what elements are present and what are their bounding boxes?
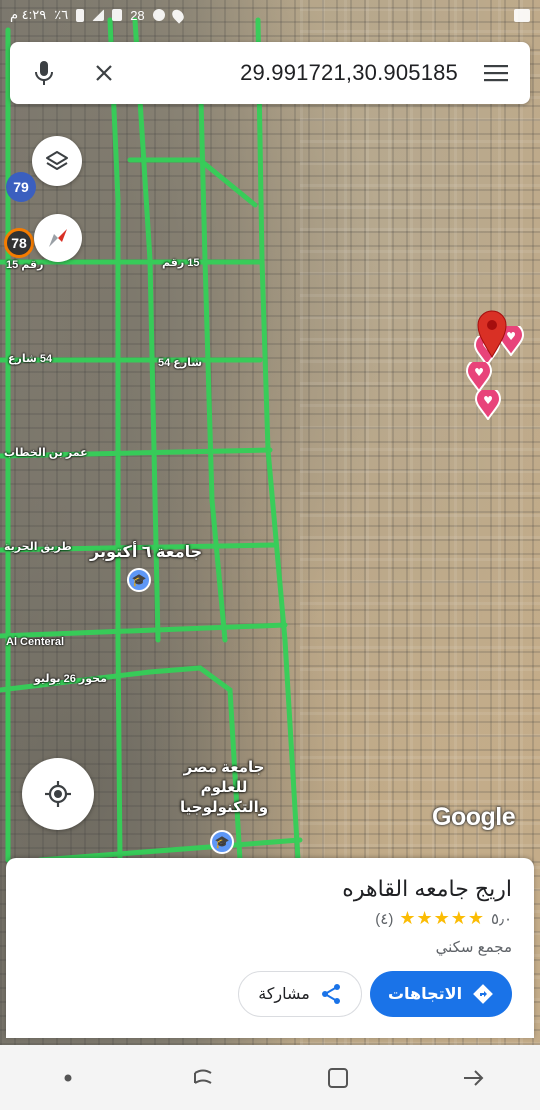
mic-button[interactable] xyxy=(24,53,64,93)
place-title: اريج جامعه القاهره xyxy=(342,876,512,901)
layers-button[interactable] xyxy=(32,136,82,186)
directions-button[interactable]: الاتجاهات xyxy=(370,971,512,1017)
sim-icon xyxy=(112,9,123,21)
heart-pin-icon[interactable]: ♥ xyxy=(466,362,492,392)
signal-icon xyxy=(92,9,105,21)
road-vertical-1 xyxy=(107,17,123,863)
svg-text:♥: ♥ xyxy=(474,366,484,379)
place-label-must-line1: جامعة مصر xyxy=(183,759,265,776)
status-bar-left: ٤:٢٩ م ٪٦ 28 xyxy=(10,6,186,24)
status-bar: ٤:٢٩ م ٪٦ 28 xyxy=(0,0,540,30)
route-shield-78: 78 xyxy=(4,228,34,258)
svg-text:♥: ♥ xyxy=(483,394,493,407)
my-location-button[interactable] xyxy=(22,758,94,830)
notification-icon xyxy=(152,9,165,21)
my-location-icon xyxy=(45,781,71,807)
nav-back-button[interactable] xyxy=(443,1053,503,1103)
rating-value: ٥٫٠ xyxy=(491,910,512,928)
route-shield-79: 79 xyxy=(6,172,36,202)
location-status-icon xyxy=(169,6,186,24)
graduation-cap-icon-2[interactable]: 🎓 xyxy=(210,830,234,854)
recent-apps-icon xyxy=(193,1069,212,1084)
home-icon xyxy=(327,1067,348,1088)
review-count: (٤) xyxy=(375,910,394,928)
road-label-central: Al Centeral xyxy=(6,636,65,648)
share-button[interactable]: مشاركة xyxy=(238,971,362,1017)
road-label-axis-26: محور 26 يوليو xyxy=(34,673,107,685)
directions-icon xyxy=(473,984,493,1004)
system-navigation-bar xyxy=(0,1045,540,1110)
status-time: ٤:٢٩ م xyxy=(10,7,47,22)
status-signal-count: 28 xyxy=(130,7,145,23)
menu-button[interactable] xyxy=(476,53,516,93)
dot-icon xyxy=(64,1074,71,1081)
place-details-sheet[interactable]: اريج جامعه القاهره ٥٫٠ ★★★★★ (٤) مجمع سك… xyxy=(6,858,534,1038)
battery-icon xyxy=(76,8,85,22)
place-label-6-october-university[interactable]: جامعة ٦ أكتوبر xyxy=(90,542,202,562)
share-icon xyxy=(321,984,340,1004)
directions-label: الاتجاهات xyxy=(387,986,463,1003)
location-pin-icon[interactable] xyxy=(476,310,508,358)
status-battery: ٪٦ xyxy=(54,7,69,22)
search-bar[interactable]: 29.991721,30.905185 xyxy=(10,42,530,104)
layers-icon xyxy=(46,151,68,170)
compass-button[interactable] xyxy=(34,214,82,262)
image-notification-icon xyxy=(514,8,530,22)
graduation-cap-icon[interactable]: 🎓 xyxy=(127,568,151,592)
back-icon xyxy=(463,1069,483,1086)
road-label-horreya: طريق الحرية xyxy=(4,541,72,553)
rating-row[interactable]: ٥٫٠ ★★★★★ (٤) xyxy=(375,908,512,929)
clear-search-button[interactable] xyxy=(84,53,124,93)
rating-stars: ★★★★★ xyxy=(399,908,486,928)
road-lower xyxy=(37,837,303,863)
road-label-15b: 15 رقم xyxy=(162,257,200,269)
mic-icon xyxy=(35,61,53,85)
nav-dot-button[interactable] xyxy=(38,1053,98,1103)
share-label: مشاركة xyxy=(258,986,310,1003)
menu-icon xyxy=(484,65,508,82)
place-label-must-line3: والتكنولوجيا xyxy=(180,799,269,816)
google-logo: Google xyxy=(432,803,516,831)
road-label-54b: شارع 54 xyxy=(158,357,203,369)
place-label-must-line2: للعلوم xyxy=(200,779,248,796)
close-icon xyxy=(96,65,112,81)
road-label-omar: عمر بن الخطاب xyxy=(4,447,88,459)
road-ring xyxy=(127,157,258,208)
nav-recent-apps-button[interactable] xyxy=(173,1053,233,1103)
place-type: مجمع سكني xyxy=(435,939,512,956)
status-bar-right xyxy=(514,8,530,22)
place-label-must[interactable]: جامعة مصر للعلوم والتكنولوجيا xyxy=(180,758,268,818)
road-label-15: رقم 15 xyxy=(6,259,44,271)
road-vertical-4 xyxy=(255,17,301,863)
road-vertical-3 xyxy=(197,57,228,643)
road-horizontal-central xyxy=(0,622,288,639)
compass-icon xyxy=(49,229,67,247)
nav-home-button[interactable] xyxy=(308,1053,368,1103)
heart-pin-icon[interactable]: ♥ xyxy=(475,390,501,420)
search-query-text[interactable]: 29.991721,30.905185 xyxy=(124,60,476,86)
road-label-54: 54 شارع xyxy=(8,353,53,365)
